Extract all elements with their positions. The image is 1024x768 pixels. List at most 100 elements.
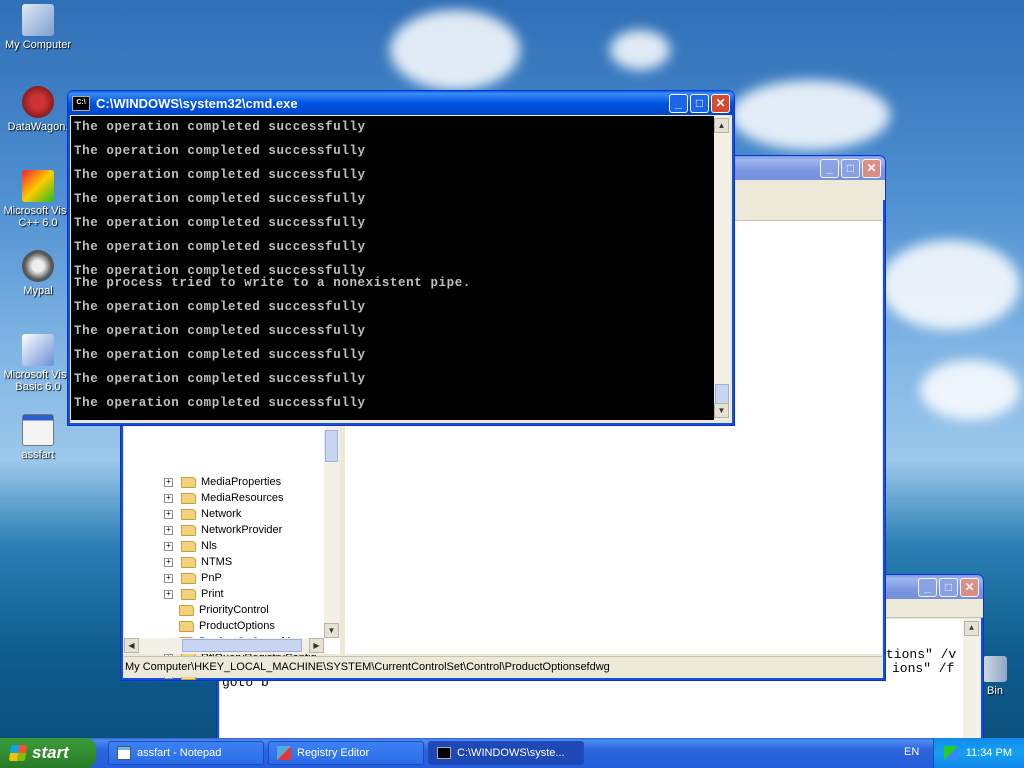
console-scroll-thumb[interactable] bbox=[715, 384, 729, 404]
desktop-icon-label: My Computer bbox=[4, 39, 72, 51]
desktop-icon-label: DataWagon. bbox=[7, 121, 69, 133]
expand-toggle[interactable]: + bbox=[164, 493, 173, 503]
notepad-line: tions" /v bbox=[886, 647, 957, 662]
tree-node[interactable]: ProductOptions bbox=[164, 618, 275, 634]
expand-toggle[interactable]: + bbox=[164, 509, 173, 519]
tree-node-label: PriorityControl bbox=[199, 604, 269, 616]
tree-node[interactable]: + Print bbox=[164, 586, 224, 602]
recycle-bin-icon bbox=[983, 656, 1007, 682]
scroll-left-button[interactable]: ◀ bbox=[124, 638, 139, 653]
console-line: The operation completed successfully bbox=[74, 216, 366, 230]
tree-node[interactable]: + NetworkProvider bbox=[164, 522, 282, 538]
scroll-up-button[interactable]: ▲ bbox=[714, 118, 729, 133]
close-button[interactable]: ✕ bbox=[960, 577, 979, 597]
batch-file-icon bbox=[22, 414, 54, 446]
close-button[interactable]: ✕ bbox=[862, 158, 881, 178]
tree-node[interactable]: + Nls bbox=[164, 538, 217, 554]
clock[interactable]: 11:34 PM bbox=[966, 747, 1012, 759]
close-button[interactable]: ✕ bbox=[711, 93, 730, 113]
expand-toggle[interactable]: + bbox=[164, 525, 173, 535]
expand-toggle[interactable]: + bbox=[164, 541, 173, 551]
folder-icon bbox=[179, 620, 194, 632]
wallpaper-cloud bbox=[730, 80, 890, 150]
tree-node[interactable]: + MediaResources bbox=[164, 490, 284, 506]
folder-icon bbox=[179, 604, 194, 616]
expand-toggle[interactable]: + bbox=[164, 589, 173, 599]
notepad-icon bbox=[117, 746, 131, 760]
scroll-down-button[interactable]: ▼ bbox=[714, 403, 729, 418]
folder-icon bbox=[181, 508, 196, 520]
computer-icon bbox=[22, 4, 54, 36]
console-line: The operation completed successfully bbox=[74, 324, 366, 338]
console-line: The operation completed successfully bbox=[74, 396, 366, 410]
scroll-right-button[interactable]: ▶ bbox=[309, 638, 324, 653]
desktop-icon-mypal[interactable]: Mypal bbox=[0, 250, 76, 297]
console-line: The operation completed successfully bbox=[74, 240, 366, 254]
taskbar-item-label: Registry Editor bbox=[297, 747, 370, 759]
desktop-icon-visual-basic[interactable]: Microsoft Visu Basic 6.0 bbox=[0, 334, 76, 393]
folder-icon bbox=[181, 540, 196, 552]
tree-scroll-thumb[interactable] bbox=[325, 430, 338, 462]
scroll-down-button[interactable]: ▼ bbox=[324, 623, 339, 638]
taskbar-item-regedit[interactable]: Registry Editor bbox=[268, 741, 424, 765]
desktop-icon-datawagon[interactable]: DataWagon. bbox=[0, 86, 76, 133]
notepad-scrollbar[interactable]: ▲ bbox=[963, 619, 980, 741]
desktop-icon-label: assfart bbox=[21, 449, 55, 461]
console-line: The process tried to write to a nonexist… bbox=[74, 276, 471, 290]
desktop-icon-my-computer[interactable]: My Computer bbox=[0, 4, 76, 51]
system-tray: 11:34 PM bbox=[933, 738, 1024, 768]
tree-node[interactable]: + MediaProperties bbox=[164, 474, 281, 490]
start-label: start bbox=[32, 743, 69, 762]
folder-icon bbox=[181, 476, 196, 488]
minimize-button[interactable]: _ bbox=[918, 577, 937, 597]
taskbar-item-label: C:\WINDOWS\syste... bbox=[457, 747, 565, 759]
tree-node[interactable]: + PnP bbox=[164, 570, 222, 586]
maximize-button[interactable]: □ bbox=[690, 93, 709, 113]
tree-node[interactable]: PriorityControl bbox=[164, 602, 269, 618]
taskbar-item-notepad[interactable]: assfart - Notepad bbox=[108, 741, 264, 765]
tree-node[interactable]: + NTMS bbox=[164, 554, 232, 570]
tree-node-label: MediaResources bbox=[201, 492, 284, 504]
desktop-icon-label: Microsoft Visu Basic 6.0 bbox=[3, 369, 73, 393]
folder-icon bbox=[181, 492, 196, 504]
cmd-window[interactable]: C:\ C:\WINDOWS\system32\cmd.exe _ □ ✕ Th… bbox=[67, 90, 735, 426]
tree-node[interactable]: + Network bbox=[164, 506, 241, 522]
tree-node-label: Print bbox=[201, 588, 224, 600]
notepad-line: ions" /f bbox=[892, 661, 955, 676]
folder-icon bbox=[181, 588, 196, 600]
cmd-title-bar[interactable]: C:\ C:\WINDOWS\system32\cmd.exe _ □ ✕ bbox=[68, 91, 734, 115]
regedit-icon bbox=[277, 746, 291, 760]
expand-toggle[interactable]: + bbox=[164, 557, 173, 567]
cmd-app-icon: C:\ bbox=[72, 95, 90, 111]
maximize-button[interactable]: □ bbox=[841, 158, 860, 178]
desktop-icon-assfart[interactable]: assfart bbox=[0, 414, 76, 461]
expand-toggle[interactable]: + bbox=[164, 573, 173, 583]
taskbar-item-cmd[interactable]: C:\WINDOWS\syste... bbox=[428, 741, 584, 765]
tree-horizontal-scrollbar[interactable]: ◀ ▶ bbox=[124, 638, 324, 654]
datawagon-icon bbox=[22, 86, 54, 118]
desktop-icon-visual-cpp[interactable]: Microsoft Visu C++ 6.0 bbox=[0, 170, 76, 229]
wallpaper-cloud bbox=[610, 30, 670, 70]
expand-toggle[interactable]: + bbox=[164, 477, 173, 487]
mypal-icon bbox=[22, 250, 54, 282]
console-output[interactable]: The operation completed successfully The … bbox=[71, 116, 714, 420]
minimize-button[interactable]: _ bbox=[820, 158, 839, 178]
folder-icon bbox=[181, 556, 196, 568]
tree-connector bbox=[164, 623, 171, 630]
minimize-button[interactable]: _ bbox=[669, 93, 688, 113]
language-indicator[interactable]: EN bbox=[904, 746, 919, 758]
console-scrollbar[interactable]: ▲ ▼ bbox=[714, 116, 730, 420]
status-path: My Computer\HKEY_LOCAL_MACHINE\SYSTEM\Cu… bbox=[125, 661, 610, 673]
tree-hscroll-thumb[interactable] bbox=[182, 639, 302, 652]
start-button[interactable]: start bbox=[0, 738, 96, 768]
network-icon[interactable] bbox=[943, 746, 958, 760]
console-line: The operation completed successfully bbox=[74, 168, 366, 182]
tree-node-label: PnP bbox=[201, 572, 222, 584]
desktop-icon-label: Bin bbox=[987, 685, 1003, 697]
tree-node-label: NetworkProvider bbox=[201, 524, 283, 536]
wallpaper-cloud bbox=[880, 240, 1020, 330]
folder-icon bbox=[181, 572, 196, 584]
maximize-button[interactable]: □ bbox=[939, 577, 958, 597]
scroll-up-button[interactable]: ▲ bbox=[964, 621, 979, 636]
tree-node-label: NTMS bbox=[201, 556, 233, 568]
